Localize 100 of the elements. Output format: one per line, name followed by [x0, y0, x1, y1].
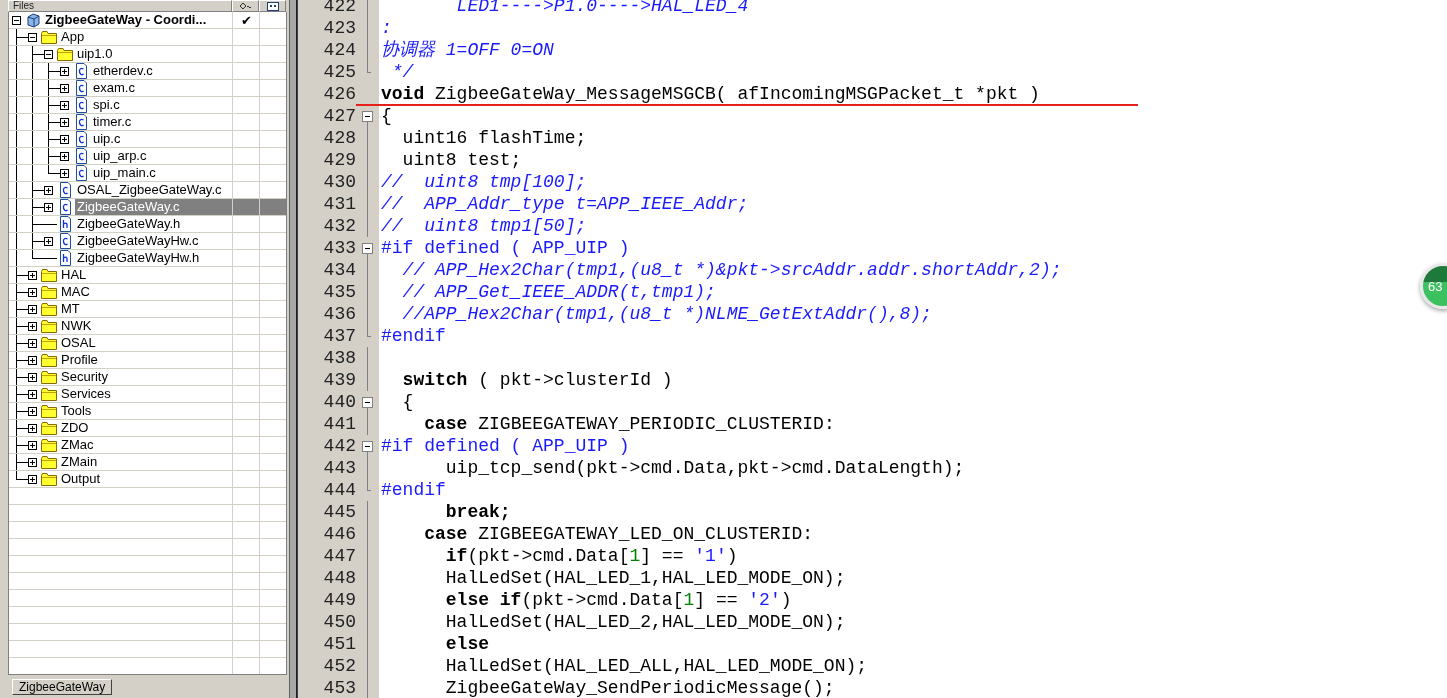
project-tab[interactable]: ZigbeeGateWay	[12, 679, 113, 695]
tree-item[interactable]: etherdev.c	[91, 63, 233, 79]
make-icon	[239, 2, 252, 10]
expand-icon[interactable]	[28, 356, 37, 365]
code-line: void ZigbeeGateWay_MessageMSGCB( afIncomingMSGPacket_t *pkt )	[380, 83, 1040, 105]
tree-item[interactable]: ZMain	[59, 454, 233, 470]
folder-icon	[41, 370, 57, 384]
tree-item[interactable]: Output	[59, 471, 233, 487]
tree-item[interactable]: Services	[59, 386, 233, 402]
folder-icon	[41, 472, 57, 486]
tree-item[interactable]: App	[59, 29, 233, 45]
expand-icon[interactable]	[28, 305, 37, 314]
tree-item[interactable]: ZigbeeGateWayHw.c	[75, 233, 233, 249]
collapse-icon[interactable]	[28, 33, 37, 42]
expand-icon[interactable]	[44, 186, 53, 195]
line-number: 443	[322, 457, 356, 479]
folder-icon	[41, 336, 57, 350]
line-number: 452	[322, 655, 356, 677]
line-number: 429	[322, 149, 356, 171]
collapse-icon[interactable]	[12, 16, 21, 25]
tree-item[interactable]: uip_arp.c	[91, 148, 233, 164]
tree-item[interactable]: uip1.0	[75, 46, 233, 62]
line-number: 427	[322, 105, 356, 127]
tree-item[interactable]: Profile	[59, 352, 233, 368]
fold-collapse-icon[interactable]	[362, 111, 373, 122]
tree-item[interactable]: ZigbeeGateWay - Coordi...	[43, 12, 233, 28]
expand-icon[interactable]	[44, 237, 53, 246]
expand-icon[interactable]	[60, 169, 69, 178]
file-icon	[75, 165, 87, 181]
tree-item[interactable]: ZigbeeGateWayHw.h	[75, 250, 233, 266]
column-header[interactable]	[232, 0, 259, 12]
tree-item[interactable]: MAC	[59, 284, 233, 300]
tree-item[interactable]: spi.c	[91, 97, 233, 113]
tree-item[interactable]: ZMac	[59, 437, 233, 453]
line-number: 426	[322, 83, 356, 105]
code-line: 协调器 1=OFF 0=ON	[380, 39, 554, 61]
file-icon	[59, 250, 71, 266]
expand-icon[interactable]	[28, 441, 37, 450]
expand-icon[interactable]	[28, 271, 37, 280]
tree-item[interactable]: uip_main.c	[91, 165, 233, 181]
file-icon	[75, 63, 87, 79]
collapse-icon[interactable]	[44, 50, 53, 59]
line-number: 433	[322, 237, 356, 259]
expand-icon[interactable]	[60, 67, 69, 76]
line-number: 440	[322, 391, 356, 413]
expand-icon[interactable]	[60, 152, 69, 161]
line-number: 428	[322, 127, 356, 149]
line-number: 424	[322, 39, 356, 61]
tree-item[interactable]: HAL	[59, 267, 233, 283]
expand-icon[interactable]	[60, 135, 69, 144]
expand-icon[interactable]	[28, 339, 37, 348]
expand-icon[interactable]	[60, 84, 69, 93]
tree-item[interactable]: exam.c	[91, 80, 233, 96]
tree-item[interactable]: MT	[59, 301, 233, 317]
expand-icon[interactable]	[28, 288, 37, 297]
expand-icon[interactable]	[28, 390, 37, 399]
code-line: {	[401, 391, 414, 413]
expand-icon[interactable]	[28, 322, 37, 331]
expand-icon[interactable]	[28, 407, 37, 416]
code-line: //APP_Hex2Char(tmp1,(u8_t *)NLME_GetExtAddr(),8);	[401, 303, 932, 325]
code-line: if(pkt->cmd.Data[1] == '1')	[444, 545, 738, 567]
line-number: 451	[322, 633, 356, 655]
code-line: // uint8 tmp[100];	[380, 171, 587, 193]
line-number: 450	[322, 611, 356, 633]
expand-icon[interactable]	[28, 424, 37, 433]
code-line: uip_tcp_send(pkt->cmd.Data,pkt->cmd.DataLength);	[444, 457, 965, 479]
tree-item[interactable]: Security	[59, 369, 233, 385]
column-header[interactable]: Files	[8, 0, 232, 12]
tree-item[interactable]: Tools	[59, 403, 233, 419]
folder-icon	[41, 438, 57, 452]
line-number: 425	[322, 61, 356, 83]
line-number: 434	[322, 259, 356, 281]
tree-item[interactable]: OSAL	[59, 335, 233, 351]
expand-icon[interactable]	[60, 118, 69, 127]
tree-item[interactable]: OSAL_ZigbeeGateWay.c	[75, 182, 233, 198]
file-icon	[75, 114, 87, 130]
fold-collapse-icon[interactable]	[362, 441, 373, 452]
column-header[interactable]	[259, 0, 286, 12]
tree-item[interactable]: ZigbeeGateWay.h	[75, 216, 233, 232]
code-line: uint8 test;	[401, 149, 522, 171]
tree-item[interactable]: NWK	[59, 318, 233, 334]
expand-icon[interactable]	[28, 475, 37, 484]
expand-icon[interactable]	[44, 203, 53, 212]
file-icon	[75, 97, 87, 113]
fold-collapse-icon[interactable]	[362, 243, 373, 254]
code-line: HalLedSet(HAL_LED_1,HAL_LED_MODE_ON);	[444, 567, 846, 589]
tree-item[interactable]: ZDO	[59, 420, 233, 436]
project-icon	[26, 12, 40, 28]
folder-icon	[41, 302, 57, 316]
expand-icon[interactable]	[28, 373, 37, 382]
fold-collapse-icon[interactable]	[362, 397, 373, 408]
expand-icon[interactable]	[28, 458, 37, 467]
expand-icon[interactable]	[60, 101, 69, 110]
selection-highlight	[233, 199, 260, 215]
tree-item[interactable]: timer.c	[91, 114, 233, 130]
tree-item[interactable]: uip.c	[91, 131, 233, 147]
code-line: switch ( pkt->clusterId )	[401, 369, 673, 391]
line-number: 442	[322, 435, 356, 457]
splitter[interactable]	[289, 0, 297, 698]
tree-item[interactable]: ZigbeeGateWay.c	[75, 199, 233, 215]
